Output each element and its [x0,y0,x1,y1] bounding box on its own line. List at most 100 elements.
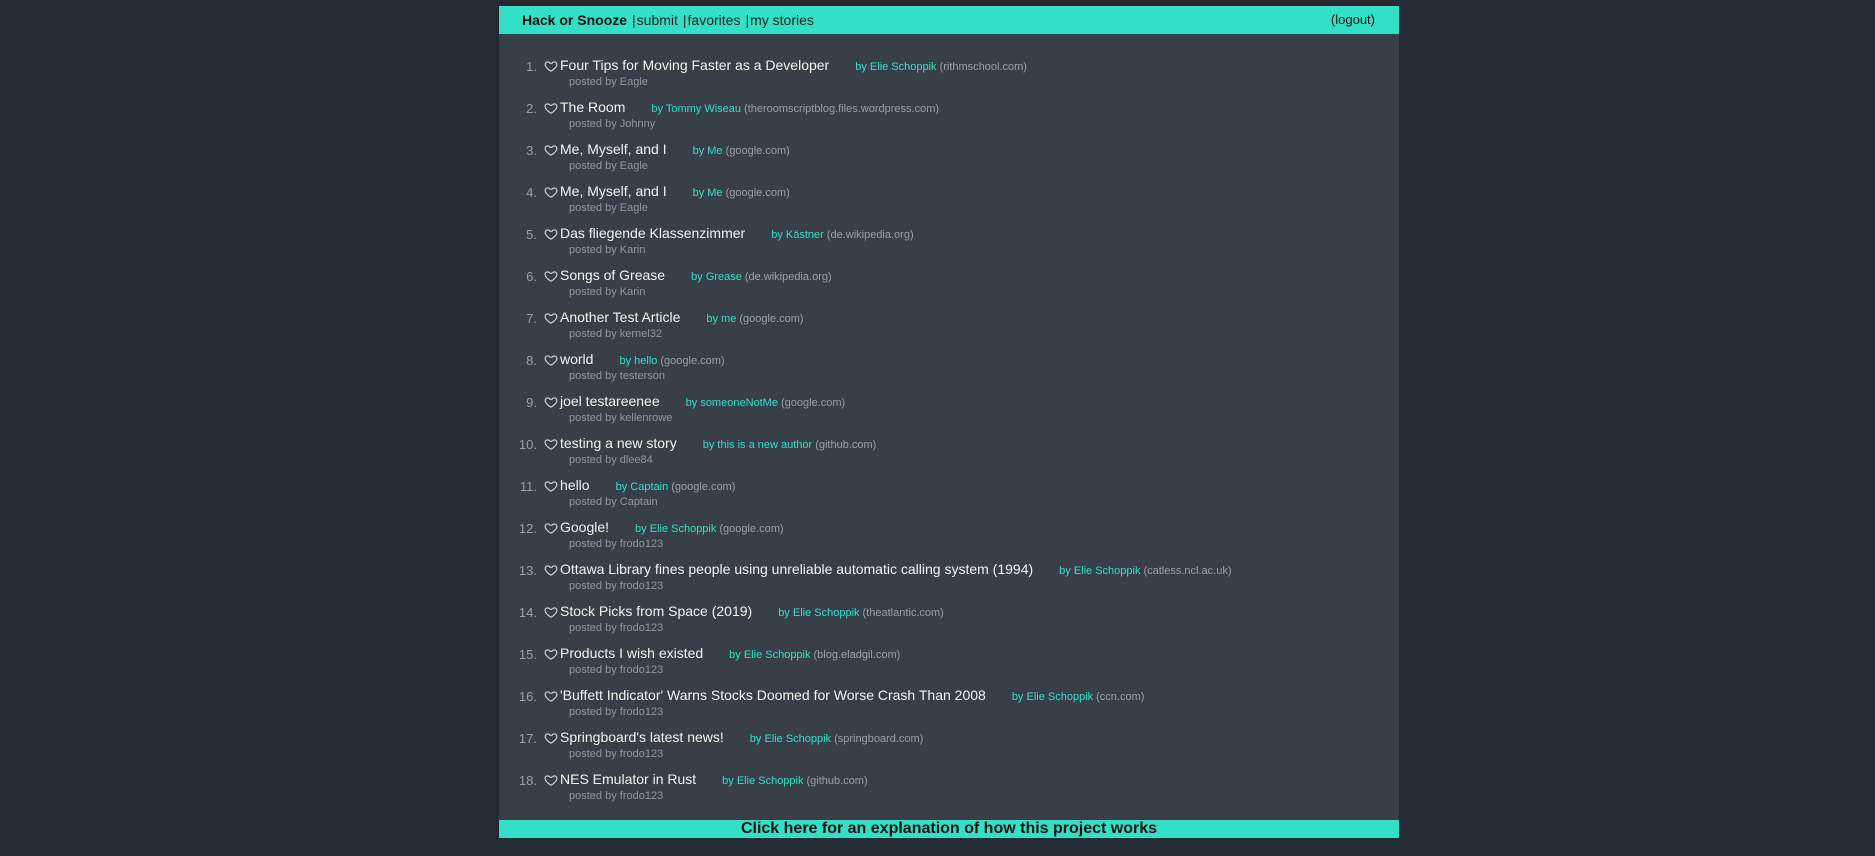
story-posted-by: posted by kellenrowe [569,412,673,424]
story-number: 17. [518,731,537,746]
story-line: testing a new story by this is a new auth… [560,435,876,453]
nav-my-stories-link[interactable]: my stories [750,12,814,28]
story-item: 5. Das fliegende Klassenzimmer by Kästner… [499,217,1399,259]
heart-outline-icon[interactable] [544,731,558,745]
story-hostname: (google.com) [739,313,804,325]
story-title-link[interactable]: Songs of Grease [560,267,665,283]
story-author: by Elie Schoppik [722,775,804,787]
project-explanation-link[interactable]: Click here for an explanation of how thi… [499,820,1399,838]
story-hostname: (theatlantic.com) [862,607,944,619]
story-posted-by: posted by Karin [569,244,646,256]
nav-separator: | [745,12,750,28]
story-line: Me, Myself, and I by Me (google.com) [560,183,790,201]
story-author: by Grease [691,271,742,283]
story-item: 8. world by hello (google.com) posted by t… [499,343,1399,385]
nav-separator: | [632,12,636,28]
story-author: by someoneNotMe [685,397,778,409]
story-number: 2. [526,101,537,116]
heart-outline-icon[interactable] [544,269,558,283]
story-number: 1. [526,59,537,74]
story-title-link[interactable]: joel testareenee [560,393,660,409]
nav-submit-link[interactable]: submit [637,12,678,28]
story-title-link[interactable]: Springboard's latest news! [560,729,724,745]
heart-outline-icon[interactable] [544,185,558,199]
story-author: by Elie Schoppik [729,649,811,661]
story-title-link[interactable]: NES Emulator in Rust [560,771,696,787]
story-number: 4. [526,185,537,200]
logout-link[interactable]: (logout) [1331,12,1375,27]
story-hostname: (google.com) [725,187,790,199]
heart-outline-icon[interactable] [544,521,558,535]
heart-outline-icon[interactable] [544,437,558,451]
story-number: 5. [526,227,537,242]
story-hostname: (google.com) [660,355,725,367]
story-title-link[interactable]: 'Buffett Indicator' Warns Stocks Doomed … [560,687,986,703]
story-line: Four Tips for Moving Faster as a Develop… [560,57,1027,75]
heart-outline-icon[interactable] [544,311,558,325]
story-author: by me [706,313,737,325]
heart-outline-icon[interactable] [544,395,558,409]
story-item: 15. Products I wish existed by Elie Schop… [499,637,1399,679]
nav-favorites-link[interactable]: favorites [688,12,741,28]
story-posted-by: posted by kernel32 [569,328,662,340]
story-title-link[interactable]: Products I wish existed [560,645,703,661]
story-posted-by: posted by frodo123 [569,580,664,592]
heart-outline-icon[interactable] [544,605,558,619]
story-item: 7. Another Test Article by me (google.com)… [499,301,1399,343]
story-posted-by: posted by Eagle [569,76,648,88]
story-item: 16. 'Buffett Indicator' Warns Stocks Doo… [499,679,1399,721]
story-posted-by: posted by frodo123 [569,538,664,550]
story-author: by Elie Schoppik [1011,691,1094,703]
story-title-link[interactable]: The Room [560,99,625,115]
story-title-link[interactable]: Ottawa Library fines people using unreli… [560,561,1033,577]
story-title-link[interactable]: world [560,351,593,367]
story-line: Me, Myself, and I by Me (google.com) [560,141,790,159]
story-number: 7. [526,311,537,326]
heart-outline-icon[interactable] [544,101,558,115]
heart-outline-icon[interactable] [544,227,558,241]
story-title-link[interactable]: Me, Myself, and I [560,141,667,157]
story-author: by hello [619,355,658,367]
story-number: 18. [518,773,537,788]
story-number: 16. [518,689,537,704]
heart-outline-icon[interactable] [544,143,558,157]
heart-outline-icon[interactable] [544,647,558,661]
story-number: 3. [526,143,537,158]
story-posted-by: posted by frodo123 [569,622,664,634]
nav-brand[interactable]: Hack or Snooze [522,12,627,28]
story-hostname: (de.wikipedia.org) [744,271,832,283]
story-title-link[interactable]: Four Tips for Moving Faster as a Develop… [560,57,829,73]
story-number: 6. [526,269,537,284]
story-line: Google! by Elie Schoppik (google.com) [560,519,784,537]
heart-outline-icon[interactable] [544,479,558,493]
heart-outline-icon[interactable] [544,563,558,577]
story-hostname: (rithmschool.com) [939,61,1027,73]
story-title-link[interactable]: Stock Picks from Space (2019) [560,603,752,619]
story-posted-by: posted by Johnny [569,118,656,130]
story-hostname: (google.com) [725,145,790,157]
story-item: 17. Springboard's latest news! by Elie Sc… [499,721,1399,763]
story-title-link[interactable]: Another Test Article [560,309,680,325]
story-title-link[interactable]: Me, Myself, and I [560,183,667,199]
story-author: by Elie Schoppik [749,733,832,745]
story-title-link[interactable]: hello [560,477,590,493]
story-author: by Tommy Wiseau [651,103,742,115]
story-number: 14. [518,605,537,620]
heart-outline-icon[interactable] [544,773,558,787]
heart-outline-icon[interactable] [544,353,558,367]
story-posted-by: posted by Eagle [569,160,648,172]
story-item: 12. Google! by Elie Schoppik (google.com) … [499,511,1399,553]
story-author: by Me [692,145,723,157]
nav-separator: | [682,12,687,28]
heart-outline-icon[interactable] [544,689,558,703]
story-title-link[interactable]: testing a new story [560,435,677,451]
story-item: 1. Four Tips for Moving Faster as a Deve… [499,49,1399,91]
story-title-link[interactable]: Das fliegende Klassenzimmer [560,225,745,241]
story-title-link[interactable]: Google! [560,519,609,535]
heart-outline-icon[interactable] [544,59,558,73]
story-posted-by: posted by Karin [569,286,646,298]
story-item: 10. testing a new story by this is a new … [499,427,1399,469]
story-item: 18. NES Emulator in Rust by Elie Schoppik… [499,763,1399,805]
story-number: 9. [526,395,537,410]
story-hostname: (github.com) [815,439,877,451]
